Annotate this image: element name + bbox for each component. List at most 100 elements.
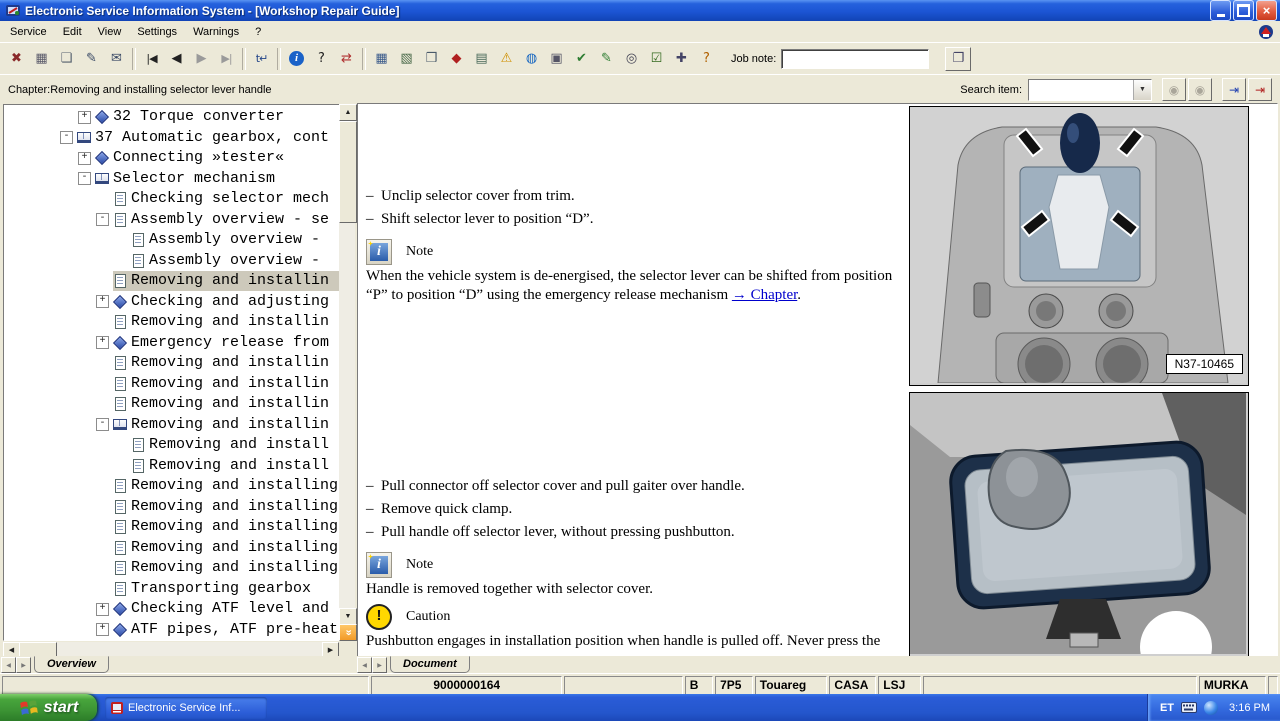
maintenance-tables-button[interactable]: ▦ <box>369 46 394 72</box>
tree-expander[interactable]: + <box>96 336 109 349</box>
tree-expander[interactable]: - <box>96 418 109 431</box>
status-sphere-icon[interactable] <box>1204 701 1218 715</box>
tab-overview[interactable]: Overview <box>34 656 109 673</box>
clear-search-filter-button[interactable]: ⇥ <box>1248 78 1272 101</box>
help-button[interactable]: ? <box>309 46 334 72</box>
tree-item[interactable]: Removing and installin <box>4 353 340 373</box>
search-item-input[interactable] <box>1029 80 1133 100</box>
tree-item[interactable]: Removing and installing <box>4 517 340 537</box>
checklist-button[interactable]: ☑ <box>644 46 669 72</box>
tree-item[interactable]: -Selector mechanism <box>4 169 340 189</box>
body-repair-button[interactable]: ▧ <box>394 46 419 72</box>
tree-item[interactable]: Removing and installing <box>4 476 340 496</box>
tree-item[interactable]: Removing and installing <box>4 497 340 517</box>
tree-item[interactable]: +Checking and adjusting <box>4 292 340 312</box>
tab-scroll-left-button[interactable]: ◀ <box>1 657 16 673</box>
tree-item[interactable]: Removing and install <box>4 456 340 476</box>
tree-item[interactable]: Transporting gearbox <box>4 579 340 599</box>
tree-item[interactable]: +Connecting »tester« <box>4 148 340 168</box>
tree-expander[interactable]: - <box>78 172 91 185</box>
technical-bulletins-button[interactable]: ⚠ <box>494 46 519 72</box>
service-media-button[interactable]: ▣ <box>544 46 569 72</box>
service-notes-button[interactable]: ✎ <box>594 46 619 72</box>
tree-expander[interactable]: + <box>96 603 109 616</box>
language-indicator[interactable]: ET <box>1160 702 1174 714</box>
tree-horizontal-scrollbar[interactable]: ◀ ▶ <box>3 642 339 656</box>
new-document-button[interactable]: ❏ <box>54 46 79 72</box>
tab-scroll-right-button[interactable]: ▶ <box>16 657 31 673</box>
job-note-input[interactable] <box>781 49 929 69</box>
scroll-down-button[interactable]: ▼ <box>339 608 357 625</box>
tree-item[interactable]: Removing and installin <box>4 271 340 291</box>
exchange-data-button[interactable]: ⇄ <box>334 46 359 72</box>
menu-warnings[interactable]: Warnings <box>185 24 247 40</box>
component-locations-button[interactable]: ▤ <box>469 46 494 72</box>
tree-vertical-scrollbar[interactable]: ▲ ▼ » <box>339 104 355 641</box>
search-backward-button[interactable]: ◉ <box>1162 78 1186 101</box>
menu-service[interactable]: Service <box>2 24 55 40</box>
send-mail-button[interactable]: ✉ <box>104 46 129 72</box>
search-item-combobox[interactable]: ▼ <box>1028 79 1152 101</box>
tree-item[interactable]: Removing and installing <box>4 538 340 558</box>
tree-expander[interactable]: - <box>60 131 73 144</box>
chapter-link[interactable]: → Chapter <box>732 287 797 303</box>
tree-expander[interactable]: + <box>78 152 91 165</box>
tab-scroll-left-button[interactable]: ◀ <box>357 657 372 673</box>
next-document-button[interactable]: ▶ <box>189 46 214 72</box>
scroll-up-button[interactable]: ▲ <box>339 104 357 121</box>
tree-item[interactable]: +Checking ATF level and t <box>4 599 340 619</box>
menu-settings[interactable]: Settings <box>129 24 185 40</box>
info-button[interactable]: i <box>284 46 309 72</box>
tab-scroll-right-button[interactable]: ▶ <box>372 657 387 673</box>
diamond-icon <box>113 602 128 616</box>
tab-document[interactable]: Document <box>390 656 470 673</box>
document-history-button[interactable]: t↵ <box>249 46 274 72</box>
previous-document-button[interactable]: ◀ <box>164 46 189 72</box>
first-document-button[interactable]: |◀ <box>139 46 164 72</box>
taskbar-task-button[interactable]: Electronic Service Inf... <box>105 697 267 719</box>
wiring-diagrams-button[interactable]: ◆ <box>444 46 469 72</box>
internet-button[interactable]: ◍ <box>519 46 544 72</box>
combo-dropdown-button[interactable]: ▼ <box>1133 80 1151 100</box>
tree-item[interactable]: Removing and installin <box>4 374 340 394</box>
minimize-button[interactable] <box>1210 0 1231 21</box>
menu-edit[interactable]: Edit <box>55 24 90 40</box>
tree-item[interactable]: Removing and installin <box>4 312 340 332</box>
tree-expander[interactable]: + <box>96 623 109 636</box>
menu-help[interactable]: ? <box>247 24 269 40</box>
tree-item[interactable]: Removing and installin <box>4 394 340 414</box>
tree-item[interactable]: +Emergency release from <box>4 333 340 353</box>
tree-item[interactable]: -Assembly overview - se <box>4 210 340 230</box>
tree-item[interactable]: Removing and install <box>4 435 340 455</box>
exit-button[interactable]: ✖ <box>4 46 29 72</box>
last-document-button[interactable]: ▶| <box>214 46 239 72</box>
search-forward-button[interactable]: ◉ <box>1188 78 1212 101</box>
tree-item[interactable]: Assembly overview - <box>4 230 340 250</box>
keyboard-icon[interactable] <box>1181 702 1197 713</box>
job-note-button[interactable]: ❐ <box>945 47 971 71</box>
workshop-manual-button[interactable]: ✔ <box>569 46 594 72</box>
special-tools-button[interactable]: ✚ <box>669 46 694 72</box>
tree-item[interactable]: Removing and installing <box>4 558 340 578</box>
jump-next-button[interactable]: » <box>339 624 357 641</box>
tree-expander[interactable]: - <box>96 213 109 226</box>
tree-expander[interactable]: + <box>78 111 91 124</box>
tree-item[interactable]: -37 Automatic gearbox, cont <box>4 128 340 148</box>
start-button[interactable]: start <box>0 694 97 721</box>
maximize-button[interactable] <box>1233 0 1254 21</box>
tree-item[interactable]: +32 Torque converter <box>4 107 340 127</box>
menu-view[interactable]: View <box>90 24 130 40</box>
print-button[interactable]: ▦ <box>29 46 54 72</box>
tree-item[interactable]: Checking selector mech <box>4 189 340 209</box>
document-help-button[interactable]: ? <box>694 46 719 72</box>
scroll-thumb[interactable] <box>339 121 357 223</box>
tree-item[interactable]: Assembly overview - <box>4 251 340 271</box>
running-gear-button[interactable]: ❒ <box>419 46 444 72</box>
tree-item[interactable]: +ATF pipes, ATF pre-heate <box>4 620 340 640</box>
tree-item[interactable]: -Removing and installin <box>4 415 340 435</box>
tree-expander[interactable]: + <box>96 295 109 308</box>
close-button[interactable]: × <box>1256 0 1277 21</box>
set-search-filter-button[interactable]: ⇥ <box>1222 78 1246 101</box>
search-documents-button[interactable]: ◎ <box>619 46 644 72</box>
edit-notes-button[interactable]: ✎ <box>79 46 104 72</box>
